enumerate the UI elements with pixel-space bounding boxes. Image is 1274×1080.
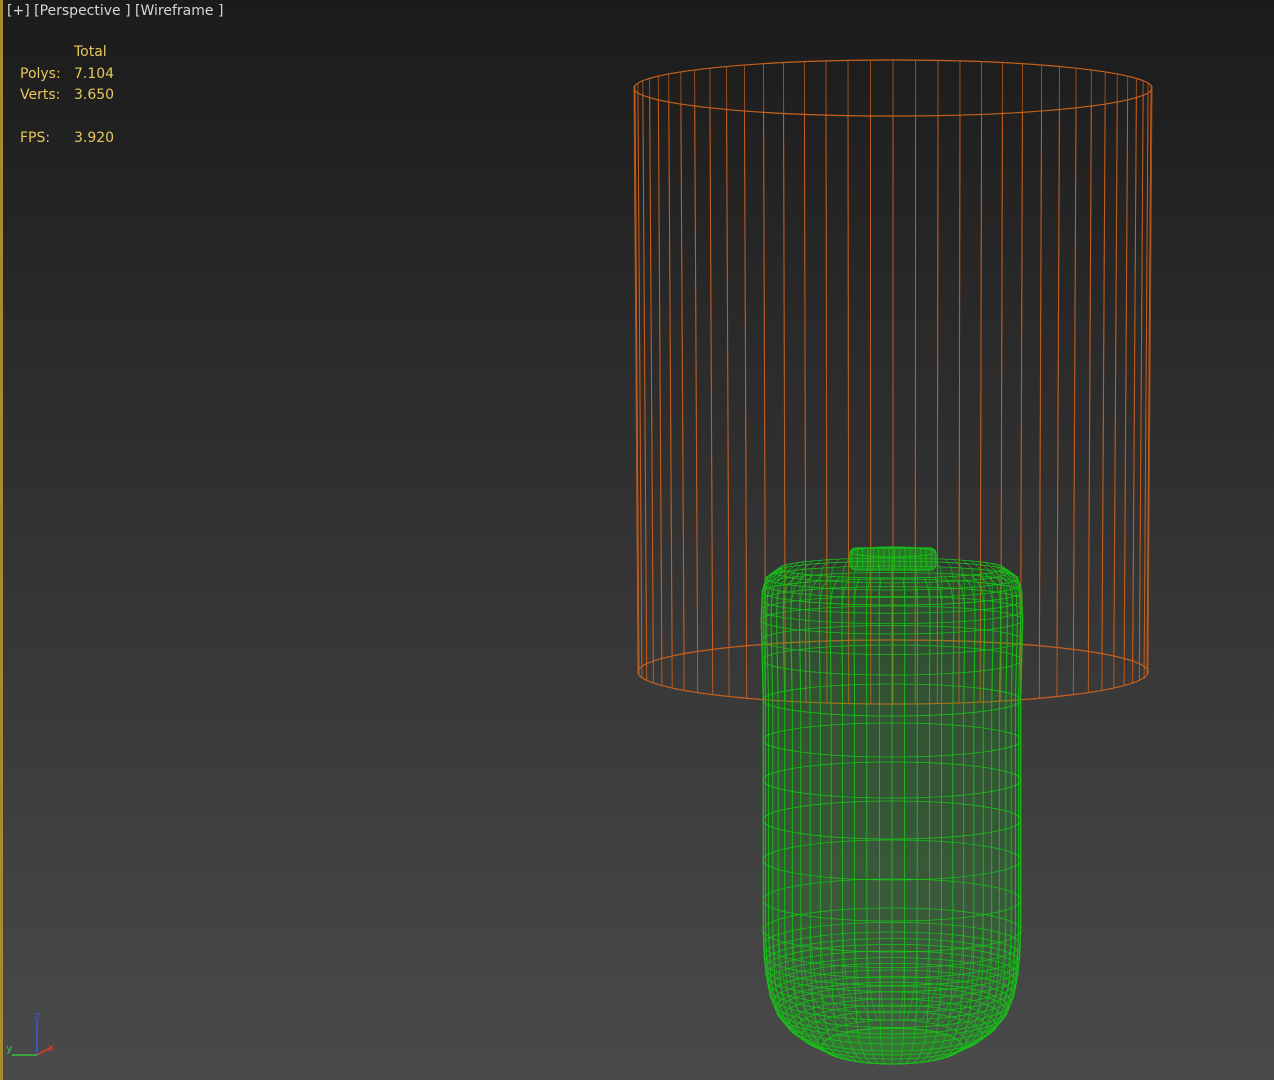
- shade-wire-line: [694, 69, 699, 652]
- shade-wire-line: [1087, 69, 1092, 652]
- shade-wire-line: [763, 63, 766, 645]
- shade-wire-line: [657, 76, 663, 659]
- shade-wire-line: [680, 71, 685, 654]
- perspective-viewport[interactable]: [+] [Perspective ] [Wireframe ] Total Po…: [0, 0, 1274, 1080]
- shade-wire-line: [709, 68, 714, 650]
- shade-wire-line: [1038, 65, 1043, 646]
- y-axis-label: y: [6, 1042, 13, 1055]
- shade-wire-line: [642, 80, 648, 664]
- shade-wire-line: [649, 78, 654, 662]
- shade-wire-line: [1072, 68, 1077, 650]
- z-axis-label: z: [34, 1009, 40, 1022]
- shade-wire-line: [825, 60, 828, 642]
- axis-gizmo: z x y: [6, 1009, 55, 1056]
- shade-wire-line: [1113, 73, 1118, 657]
- shade-wire-line: [1138, 80, 1144, 664]
- shade-wire-line: [1056, 66, 1060, 648]
- shade-wire-line: [1123, 76, 1129, 659]
- shade-wire-line: [668, 73, 673, 657]
- shade-wire-line: [726, 66, 730, 648]
- shade-wire-line: [743, 65, 748, 646]
- shade-wire-line: [1101, 71, 1106, 654]
- shade-wire-line: [1132, 78, 1137, 662]
- x-axis-label: x: [48, 1041, 55, 1054]
- shade-wire-line: [1020, 63, 1023, 645]
- wireframe-scene[interactable]: z x y: [0, 0, 1274, 1080]
- shade-wire-line: [958, 60, 961, 642]
- lamp-base-wireframe[interactable]: [760, 546, 1024, 1065]
- base-foot: [821, 1027, 963, 1065]
